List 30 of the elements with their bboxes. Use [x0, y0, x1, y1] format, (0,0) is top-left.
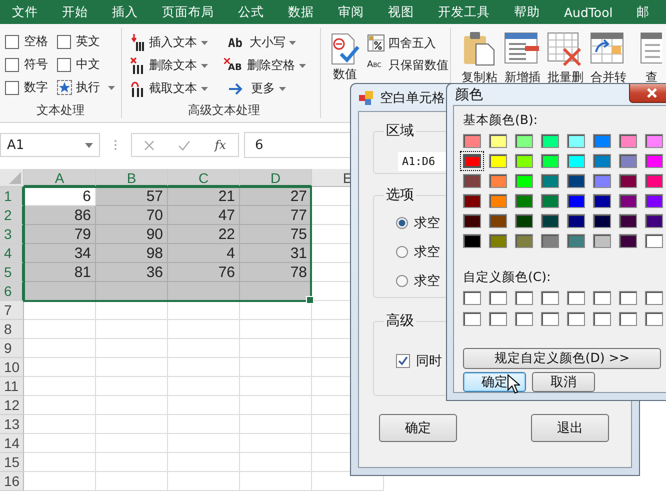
table-cell: 90 — [96, 225, 168, 244]
table-cell: 75 — [240, 225, 312, 244]
table-cell: 34 — [24, 244, 96, 263]
case-icon: Ab — [228, 36, 242, 50]
window-title: 空白单元格 — [380, 90, 445, 106]
section-label: 基本颜色(B): — [463, 112, 539, 128]
group-title: 高级文本处理 — [187, 102, 261, 118]
table-cell: 47 — [168, 206, 240, 225]
group-title: 选项 — [385, 186, 415, 204]
group-title: 高级 — [385, 312, 415, 330]
text-icon: Abc — [367, 60, 382, 70]
table-cell: 98 — [96, 244, 168, 263]
table-cell: 86 — [24, 206, 96, 225]
section-label: 自定义颜色(C): — [463, 269, 552, 285]
table-cell: 79 — [24, 225, 96, 244]
window-title: 颜色 — [455, 86, 483, 104]
group-title: 区域 — [385, 122, 415, 140]
table-cell: 4 — [168, 244, 240, 263]
table-cell: 36 — [96, 263, 168, 282]
table-cell: 77 — [240, 206, 312, 225]
table-cell: 31 — [240, 244, 312, 263]
table-cell: 57 — [96, 187, 168, 206]
table-cell: 22 — [168, 225, 240, 244]
table-cell: 21 — [168, 187, 240, 206]
table-cell: 76 — [168, 263, 240, 282]
table-cell: 81 — [24, 263, 96, 282]
table-cell: 70 — [96, 206, 168, 225]
group-title: 文本处理 — [36, 102, 86, 118]
table-cell: 27 — [240, 187, 312, 206]
table-cell: 78 — [240, 263, 312, 282]
